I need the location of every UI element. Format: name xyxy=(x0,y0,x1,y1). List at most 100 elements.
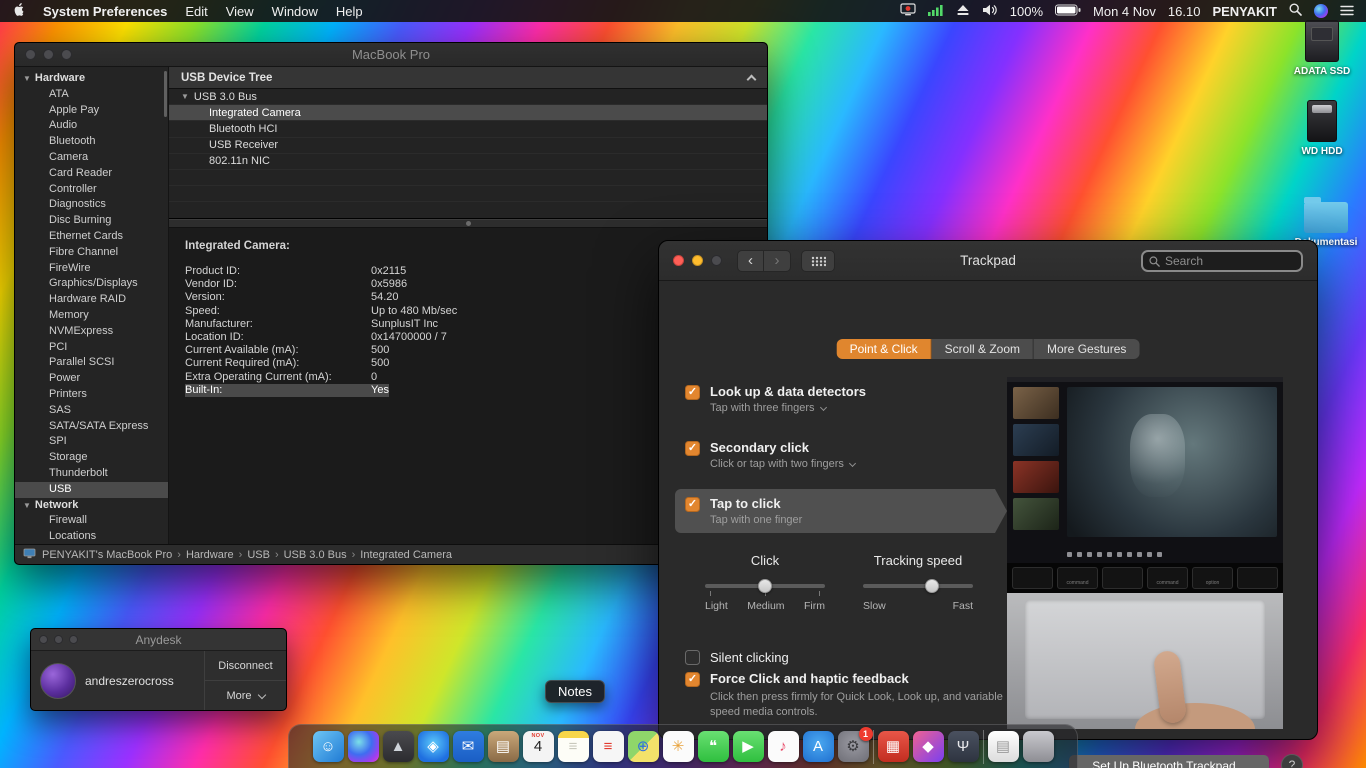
menu-edit[interactable]: Edit xyxy=(185,4,207,19)
tree-child-row[interactable] xyxy=(169,170,767,186)
zoom-button[interactable] xyxy=(711,255,722,266)
forward-button[interactable]: › xyxy=(764,250,791,272)
apple-menu-icon[interactable] xyxy=(12,2,25,20)
option-secondary-click[interactable]: ✓ Secondary click Click or tap with two … xyxy=(675,433,1005,477)
pane-splitter[interactable] xyxy=(169,219,767,228)
tree-child-row[interactable] xyxy=(169,186,767,202)
desktop-icon-wd-hdd[interactable]: WD HDD xyxy=(1293,100,1351,157)
sidebar-row[interactable]: ▼FireWire xyxy=(15,261,168,277)
dock-app-store[interactable]: A xyxy=(803,731,834,762)
dock-facetime[interactable]: ▶ xyxy=(733,731,764,762)
sidebar-row[interactable]: ▼Card Reader xyxy=(15,166,168,182)
menu-view[interactable]: View xyxy=(226,4,254,19)
sidebar-row[interactable]: ▼Memory xyxy=(15,308,168,324)
chevron-down-icon[interactable] xyxy=(820,404,827,411)
dock-siri[interactable] xyxy=(348,731,379,762)
sidebar-row[interactable]: ▼NVMExpress xyxy=(15,324,168,340)
show-all-button[interactable] xyxy=(801,250,835,272)
sidebar-row[interactable]: ▼Camera xyxy=(15,150,168,166)
window-titlebar[interactable]: ‹ › Trackpad xyxy=(659,241,1317,281)
menu-bar-time[interactable]: 16.10 xyxy=(1168,4,1201,19)
dock-photos[interactable]: ✳ xyxy=(663,731,694,762)
more-button[interactable]: More xyxy=(205,681,286,710)
desktop-icon-adata-ssd[interactable]: ADATA SSD xyxy=(1293,20,1351,77)
disclosure-triangle-icon[interactable]: ▼ xyxy=(181,92,189,101)
tree-child-row[interactable]: USB Receiver xyxy=(169,138,767,154)
sidebar-row[interactable]: ▼Apple Pay xyxy=(15,103,168,119)
tab[interactable]: Point & Click xyxy=(837,339,932,359)
minimize-button[interactable] xyxy=(692,255,703,266)
chevron-down-icon[interactable] xyxy=(849,460,856,467)
sidebar-row[interactable]: ▼Locations xyxy=(15,529,168,544)
tracking-speed-slider[interactable] xyxy=(863,584,973,588)
breadcrumb-item[interactable]: Hardware xyxy=(172,549,233,561)
collapse-chevron-icon[interactable] xyxy=(747,74,757,84)
breadcrumb-item[interactable]: PENYAKIT's MacBook Pro xyxy=(42,549,172,561)
battery-icon[interactable] xyxy=(1055,4,1081,19)
tree-child-row[interactable]: Bluetooth HCI xyxy=(169,121,767,137)
sidebar-row[interactable]: ▼Diagnostics xyxy=(15,197,168,213)
sidebar-row[interactable]: ▼Disc Burning xyxy=(15,213,168,229)
checkbox[interactable]: ✓ xyxy=(685,385,700,400)
dock-music[interactable]: ♪ xyxy=(768,731,799,762)
dock-notes[interactable]: ≡ xyxy=(558,731,589,762)
dock-documents[interactable]: ▤ xyxy=(988,731,1019,762)
option-look-up[interactable]: ✓ Look up & data detectors Tap with thre… xyxy=(675,377,1005,421)
disclosure-triangle-icon[interactable]: ▼ xyxy=(23,74,31,83)
dock-safari[interactable]: ◈ xyxy=(418,731,449,762)
spotlight-icon[interactable] xyxy=(1289,3,1302,19)
sidebar-row[interactable]: ▼Parallel SCSI xyxy=(15,355,168,371)
option-force-click[interactable]: ✓ Force Click and haptic feedback Click … xyxy=(685,671,1010,720)
sidebar-row[interactable]: ▼Controller xyxy=(15,182,168,198)
breadcrumb-item[interactable]: Integrated Camera xyxy=(347,549,452,561)
volume-icon[interactable] xyxy=(982,4,998,19)
sidebar-row[interactable]: ▼Printers xyxy=(15,387,168,403)
sidebar-row[interactable]: ▼SATA/SATA Express xyxy=(15,419,168,435)
set-up-bluetooth-trackpad-button[interactable]: Set Up Bluetooth Trackpad... xyxy=(1069,755,1269,768)
dock-messages[interactable]: ❝ xyxy=(698,731,729,762)
sidebar-row[interactable]: ▼Thunderbolt xyxy=(15,466,168,482)
dock-separator[interactable] xyxy=(873,730,874,764)
search-field[interactable] xyxy=(1141,250,1303,272)
back-button[interactable]: ‹ xyxy=(737,250,764,272)
breadcrumb-item[interactable]: USB 3.0 Bus xyxy=(270,549,347,561)
sidebar-row[interactable]: ▼Audio xyxy=(15,118,168,134)
dock-app-gem[interactable]: ◆ xyxy=(913,731,944,762)
app-menu-title[interactable]: System Preferences xyxy=(43,4,167,19)
option-tap-to-click[interactable]: ✓ Tap to click Tap with one finger xyxy=(675,489,1007,533)
disconnect-button[interactable]: Disconnect xyxy=(205,651,286,681)
dock-contacts[interactable]: ▤ xyxy=(488,731,519,762)
siri-icon[interactable] xyxy=(1314,4,1328,18)
tree-root-row[interactable]: ▼ USB 3.0 Bus xyxy=(169,89,767,105)
dock-launchpad[interactable]: ▲ xyxy=(383,731,414,762)
dock-reminders[interactable]: ≡ xyxy=(593,731,624,762)
eject-icon[interactable] xyxy=(956,4,970,19)
sidebar-row[interactable]: ▼Hardware RAID xyxy=(15,292,168,308)
anydesk-status-icon[interactable] xyxy=(900,3,916,19)
menu-bar-user[interactable]: PENYAKIT xyxy=(1212,4,1277,19)
checkbox[interactable]: ✓ xyxy=(685,441,700,456)
dock-system-preferences[interactable]: ⚙ 1 xyxy=(838,731,869,762)
usb-device-tree-header[interactable]: USB Device Tree xyxy=(169,67,767,89)
sidebar-row[interactable]: ▼PCI xyxy=(15,340,168,356)
sidebar-row[interactable]: ▼Storage xyxy=(15,450,168,466)
sidebar-row[interactable]: ▼USB xyxy=(15,482,168,498)
sidebar-row[interactable]: ▼Firewall xyxy=(15,513,168,529)
tab[interactable]: Scroll & Zoom xyxy=(932,339,1034,359)
sidebar-row[interactable]: ▼Network xyxy=(15,498,168,514)
close-button[interactable] xyxy=(25,49,36,60)
sidebar-row[interactable]: ▼SAS xyxy=(15,403,168,419)
window-titlebar[interactable]: MacBook Pro xyxy=(15,43,767,67)
zoom-button[interactable] xyxy=(61,49,72,60)
minimize-button[interactable] xyxy=(43,49,54,60)
dock-app-hook[interactable]: Ψ xyxy=(948,731,979,762)
sidebar-row[interactable]: ▼Ethernet Cards xyxy=(15,229,168,245)
notification-center-icon[interactable] xyxy=(1340,4,1354,19)
tab[interactable]: More Gestures xyxy=(1034,339,1139,359)
tree-child-row[interactable] xyxy=(169,202,767,218)
checkbox[interactable]: ✓ xyxy=(685,672,700,687)
dock-calendar[interactable]: NOV 4 xyxy=(523,731,554,762)
sidebar-row[interactable]: ▼Fibre Channel xyxy=(15,245,168,261)
menu-help[interactable]: Help xyxy=(336,4,363,19)
slider-thumb[interactable] xyxy=(925,579,939,593)
